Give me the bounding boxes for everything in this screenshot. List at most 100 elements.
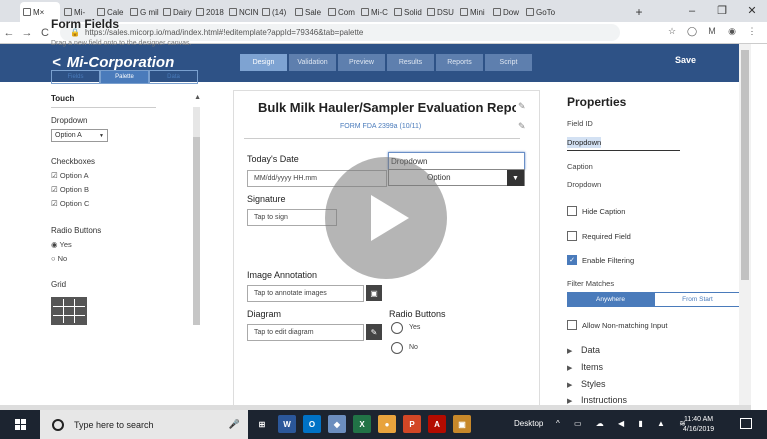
browser-tab[interactable]: Mi-C	[358, 2, 390, 22]
maximize-button[interactable]: ❐	[707, 0, 737, 22]
chevron-down-icon[interactable]: ▼	[507, 170, 524, 186]
segment-palette[interactable]: Palette	[100, 70, 149, 84]
field-id-label: Field ID	[567, 119, 593, 128]
form-subtitle[interactable]: FORM FDA 2399a (10/11)	[340, 123, 421, 130]
allow-non-matching-checkbox[interactable]	[567, 320, 577, 330]
windows-taskbar: Type here to search 🎤 ⊞ W O ◆ X ● P A ▣ Desktop …	[0, 410, 767, 439]
browser-tab[interactable]: (14)	[259, 2, 291, 22]
palette-checkbox-c[interactable]: ☑ Option C	[51, 199, 89, 208]
tab-reports[interactable]: Reports	[436, 54, 483, 71]
extensions: ☆ ◯ M ◉ ⋮	[661, 26, 761, 40]
radio-label: No	[57, 254, 68, 263]
browser-tab[interactable]: Mini	[457, 2, 489, 22]
page-scrollbar[interactable]	[739, 44, 751, 409]
palette-dropdown[interactable]: Option A ▼	[51, 129, 108, 142]
image-icon[interactable]: ▣	[366, 285, 382, 301]
image-annotation-field[interactable]: Tap to annotate images	[247, 285, 364, 302]
start-button[interactable]	[0, 410, 40, 439]
tab-validation[interactable]: Validation	[289, 54, 336, 71]
browser-menu-icon[interactable]: ⋮	[743, 26, 761, 40]
browser-tab[interactable]: Sale	[292, 2, 324, 22]
tab-design[interactable]: Design	[240, 54, 287, 71]
package-icon[interactable]: ▣	[453, 415, 471, 433]
palette-checkbox-a[interactable]: ☑ Option A	[51, 171, 89, 180]
powerpoint-icon[interactable]: P	[403, 415, 421, 433]
form-title[interactable]: Bulk Milk Hauler/Sampler Evaluation Repo…	[258, 100, 516, 115]
notifications-icon[interactable]	[740, 418, 752, 429]
taskbar-clock[interactable]: 11:40 AM 4/16/2019	[683, 415, 714, 435]
browser-tab[interactable]: Dow	[490, 2, 522, 22]
browser-tab-label: Mi-C	[371, 7, 388, 17]
section-styles[interactable]: ▶ Styles	[567, 379, 606, 389]
windows-logo-icon	[14, 419, 26, 430]
browser-tab[interactable]: Solid	[391, 2, 423, 22]
save-button[interactable]: Save	[675, 55, 696, 65]
tab-results[interactable]: Results	[387, 54, 434, 71]
desktop-toolbar[interactable]: Desktop	[514, 419, 543, 428]
field-id-input[interactable]: Dropdown	[567, 137, 602, 148]
close-tab-icon[interactable]: ×	[40, 8, 45, 17]
close-window-button[interactable]: ✕	[737, 0, 767, 22]
browser-tab[interactable]: NCIN	[226, 2, 258, 22]
word-icon[interactable]: W	[278, 415, 296, 433]
diagram-field[interactable]: Tap to edit diagram	[247, 324, 364, 341]
touch-section-header[interactable]: Touch ▲	[51, 94, 201, 103]
filter-from-start-option[interactable]: From Start	[654, 292, 741, 307]
excel-icon[interactable]: X	[353, 415, 371, 433]
section-instructions[interactable]: ▶ Instructions	[567, 395, 627, 405]
extension-m-icon[interactable]: M	[703, 26, 721, 40]
section-data[interactable]: ▶ Data	[567, 345, 600, 355]
form-radio-yes[interactable]	[391, 322, 403, 334]
signature-field[interactable]: Tap to sign	[247, 209, 337, 226]
enable-filtering-checkbox[interactable]: ✓	[567, 255, 577, 265]
palette-radio-no[interactable]: ○ No	[51, 254, 67, 263]
favicon-icon	[229, 8, 237, 16]
section-items[interactable]: ▶ Items	[567, 362, 603, 372]
section-styles-label: Styles	[581, 379, 606, 389]
chrome-icon[interactable]: ●	[378, 415, 396, 433]
system-tray[interactable]: ^ ▭ ☁ ◀ ▮ ▲ ≋	[556, 419, 692, 428]
extension-icon[interactable]: ◯	[683, 26, 701, 40]
grid-icon[interactable]	[51, 297, 87, 325]
filter-anywhere-option[interactable]: Anywhere	[567, 292, 654, 307]
palette-checkbox-b[interactable]: ☑ Option B	[51, 185, 89, 194]
acrobat-icon[interactable]: A	[428, 415, 446, 433]
edit-diagram-icon[interactable]: ✎	[366, 324, 382, 340]
tab-script[interactable]: Script	[485, 54, 532, 71]
forward-button[interactable]: →	[18, 27, 36, 39]
browser-tab[interactable]: 2018	[193, 2, 225, 22]
segment-data[interactable]: Data	[149, 70, 198, 84]
bookmark-star-icon[interactable]: ☆	[663, 26, 681, 40]
edit-subtitle-pencil-icon[interactable]: ✎	[518, 121, 526, 132]
back-button[interactable]: ←	[0, 27, 18, 39]
browser-tab[interactable]: G milk	[127, 2, 159, 22]
scrollbar-thumb[interactable]	[193, 137, 200, 325]
hide-caption-checkbox[interactable]	[567, 206, 577, 216]
caption-input[interactable]: Dropdown	[567, 180, 601, 189]
browser-tab[interactable]: GoTo	[523, 2, 555, 22]
tab-preview[interactable]: Preview	[338, 54, 385, 71]
taskbar-search[interactable]: Type here to search 🎤	[40, 410, 248, 439]
segment-fields[interactable]: Fields	[51, 70, 100, 84]
brand-back-link[interactable]: < Mi-Corporation	[52, 54, 174, 71]
required-field-checkbox[interactable]	[567, 231, 577, 241]
signature-label: Signature	[247, 194, 286, 204]
task-view-icon[interactable]: ⊞	[253, 415, 271, 433]
palette-scrollbar[interactable]	[193, 107, 200, 325]
paint-icon[interactable]: ◆	[328, 415, 346, 433]
minimize-button[interactable]: –	[677, 0, 707, 22]
profile-avatar-icon[interactable]: ◉	[723, 26, 741, 40]
browser-tab[interactable]: Com	[325, 2, 357, 22]
palette-radio-yes[interactable]: ◉ Yes	[51, 240, 72, 249]
new-tab-button[interactable]: +	[632, 2, 646, 22]
video-play-button[interactable]	[325, 157, 447, 279]
outlook-icon[interactable]: O	[303, 415, 321, 433]
cortana-icon	[52, 418, 64, 431]
edit-title-pencil-icon[interactable]: ✎	[518, 101, 526, 112]
browser-tab[interactable]: DSU	[424, 2, 456, 22]
form-radio-no[interactable]	[391, 342, 403, 354]
browser-tab[interactable]: Dairy	[160, 2, 192, 22]
scrollbar-thumb[interactable]	[741, 50, 749, 280]
microphone-icon[interactable]: 🎤	[229, 419, 240, 430]
browser-tab-label: NCIN	[239, 7, 258, 17]
